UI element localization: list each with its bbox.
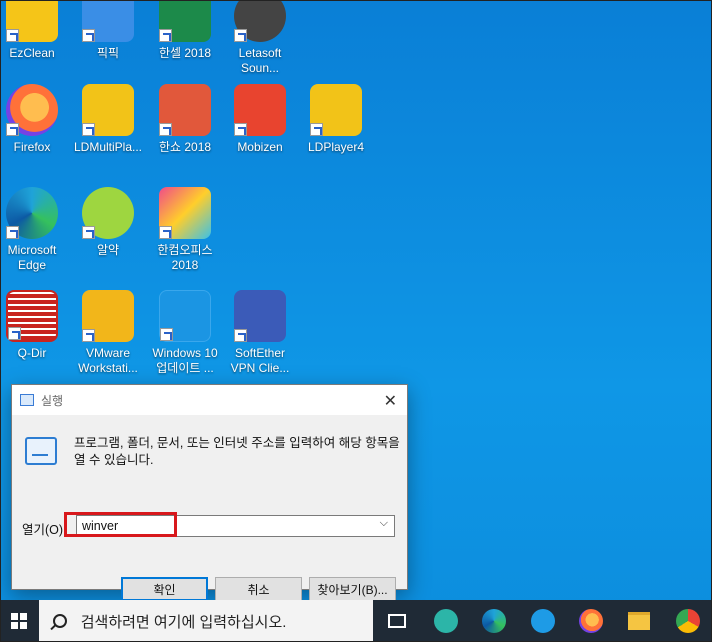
desktop-icon-qdir[interactable]: Q-Dir <box>0 290 69 361</box>
open-input[interactable]: winver <box>82 519 118 533</box>
hancom-office-icon <box>159 187 211 239</box>
close-icon[interactable]: ✕ <box>384 391 397 411</box>
desktop-icon-label: 한셀 2018 <box>158 46 212 60</box>
open-combobox[interactable]: winver ⌵ <box>76 515 395 537</box>
search-placeholder: 검색하려면 여기에 입력하십시오. <box>80 613 287 631</box>
internet-explorer-icon <box>530 609 555 633</box>
ldplayer-icon <box>310 84 362 136</box>
edge-icon <box>482 609 507 633</box>
dialog-body: 프로그램, 폴더, 문서, 또는 인터넷 주소를 입력하여 해당 항목을 열 수… <box>12 415 407 601</box>
desktop-icon-hancell[interactable]: 한셀 2018 <box>148 0 222 61</box>
search-icon <box>52 614 67 628</box>
desktop-icon-label: Microsoft Edge <box>7 243 57 272</box>
desktop-icon-letasoft[interactable]: Letasoft Soun... <box>223 0 297 76</box>
dialog-title: 실행 <box>41 393 64 408</box>
run-icon <box>25 437 57 465</box>
edge-icon <box>6 187 58 239</box>
desktop-icon-label: EzClean <box>9 46 55 60</box>
windows-icon <box>11 613 28 629</box>
desktop-icon-alyac[interactable]: 알약 <box>71 187 145 258</box>
desktop-icon-hanshow[interactable]: 한쇼 2018 <box>148 84 222 155</box>
folder-icon <box>628 612 651 630</box>
softether-icon <box>234 290 286 342</box>
dialog-title-bar[interactable]: 실행 <box>12 385 407 415</box>
dialog-description: 프로그램, 폴더, 문서, 또는 인터넷 주소를 입력하여 해당 항목을 열 수… <box>74 436 400 467</box>
firefox-icon <box>6 84 58 136</box>
desktop-icon-label: Letasoft Soun... <box>238 46 282 75</box>
desktop-icon-label: Firefox <box>13 140 51 154</box>
vmware-icon <box>82 290 134 342</box>
taskbar: 검색하려면 여기에 입력하십시오. <box>0 600 712 642</box>
desktop-icon-label: 픽픽 <box>96 46 120 60</box>
open-label: 열기(O): <box>22 523 67 537</box>
desktop-icon-vmware[interactable]: VMware Workstati... <box>71 290 145 376</box>
run-dialog: 실행 ✕ 프로그램, 폴더, 문서, 또는 인터넷 주소를 입력하여 해당 항목… <box>11 384 408 601</box>
browse-button[interactable]: 찾아보기(B)... <box>309 577 396 601</box>
mobizen-icon <box>234 84 286 136</box>
start-button[interactable] <box>0 600 39 642</box>
alyac-icon <box>82 187 134 239</box>
desktop-icon-label: LDMultiPla... <box>73 140 143 154</box>
desktop-icon-label: 알약 <box>96 243 120 257</box>
ldmultiplayer-icon <box>82 84 134 136</box>
desktop-icon-windows-update[interactable]: Windows 10 업데이트 ... <box>148 290 222 376</box>
shield-icon <box>159 290 211 342</box>
task-view-icon <box>388 614 407 628</box>
mobizen-icon <box>433 609 458 633</box>
desktop-icon-hancom-office[interactable]: 한컴오피스 2018 <box>148 187 222 273</box>
taskbar-internet-explorer[interactable] <box>518 600 566 642</box>
desktop-icon-label: 한컴오피스 2018 <box>157 243 213 272</box>
desktop-icon-label: 한쇼 2018 <box>158 140 212 154</box>
ok-button[interactable]: 확인 <box>121 577 208 601</box>
ezclean-icon <box>6 0 58 42</box>
taskbar-firefox[interactable] <box>567 600 615 642</box>
chrome-icon <box>675 609 700 633</box>
taskbar-search[interactable]: 검색하려면 여기에 입력하십시오. <box>38 600 374 642</box>
taskbar-edge[interactable] <box>470 600 518 642</box>
desktop-icon-picpick[interactable]: 픽픽 <box>71 0 145 61</box>
desktop-icon-label: LDPlayer4 <box>307 140 365 154</box>
desktop-icon-label: Mobizen <box>237 140 283 154</box>
desktop-icon-firefox[interactable]: Firefox <box>0 84 69 155</box>
hancell-icon <box>159 0 211 42</box>
taskbar-file-explorer[interactable] <box>615 600 663 642</box>
run-app-icon <box>20 394 34 406</box>
firefox-icon <box>578 609 603 633</box>
picpick-icon <box>82 0 134 42</box>
speaker-icon <box>234 0 286 42</box>
desktop-icon-mobizen[interactable]: Mobizen <box>223 84 297 155</box>
desktop-icon-label: Q-Dir <box>17 346 47 360</box>
hanshow-icon <box>159 84 211 136</box>
desktop-icon-softether[interactable]: SoftEther VPN Clie... <box>223 290 297 376</box>
desktop-icon-edge[interactable]: Microsoft Edge <box>0 187 69 273</box>
cancel-button[interactable]: 취소 <box>215 577 302 601</box>
desktop-icon-ezclean[interactable]: EzClean <box>0 0 69 61</box>
desktop-icon-ldplayer4[interactable]: LDPlayer4 <box>299 84 373 155</box>
desktop-icon-label: SoftEther VPN Clie... <box>230 346 290 375</box>
desktop-icon-label: Windows 10 업데이트 ... <box>152 346 218 375</box>
taskbar-mobizen[interactable] <box>422 600 470 642</box>
desktop-icon-label: VMware Workstati... <box>78 346 138 375</box>
qdir-icon <box>6 290 58 342</box>
desktop-icon-ldmultiplayer[interactable]: LDMultiPla... <box>71 84 145 155</box>
taskbar-chrome[interactable] <box>664 600 712 642</box>
chevron-down-icon[interactable]: ⌵ <box>380 517 388 530</box>
task-view-button[interactable] <box>373 600 421 642</box>
